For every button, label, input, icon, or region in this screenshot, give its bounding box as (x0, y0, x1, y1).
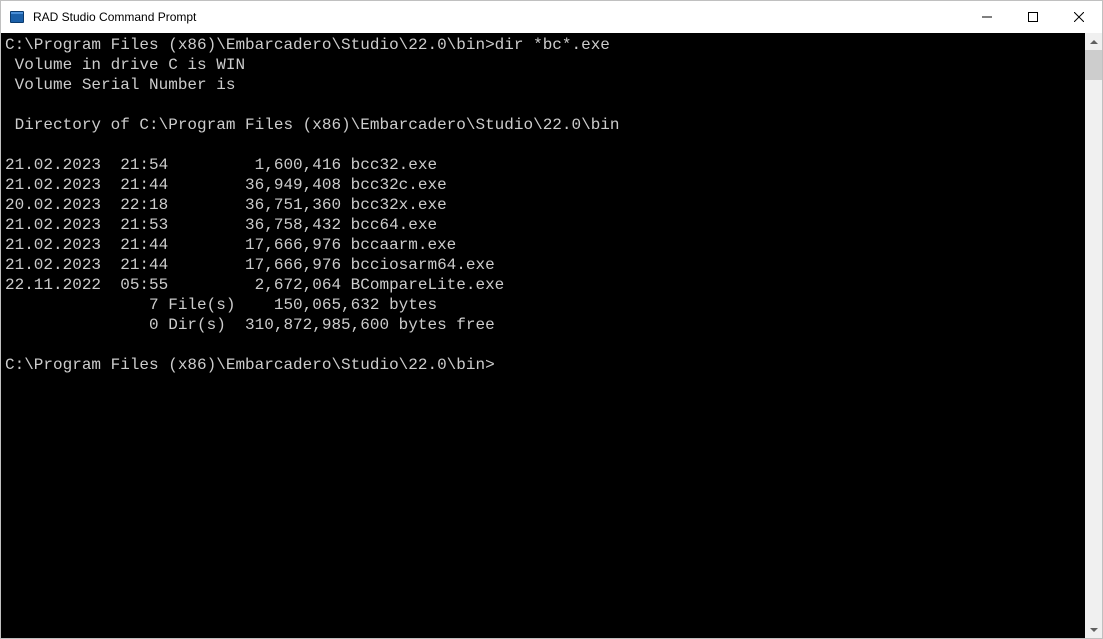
window-title: RAD Studio Command Prompt (33, 10, 964, 24)
app-icon (9, 9, 25, 25)
close-button[interactable] (1056, 1, 1102, 33)
scroll-thumb[interactable] (1085, 50, 1102, 80)
minimize-button[interactable] (964, 1, 1010, 33)
scroll-down-button[interactable] (1085, 621, 1102, 638)
scroll-up-button[interactable] (1085, 33, 1102, 50)
console-output[interactable]: C:\Program Files (x86)\Embarcadero\Studi… (1, 33, 1085, 638)
maximize-button[interactable] (1010, 1, 1056, 33)
titlebar[interactable]: RAD Studio Command Prompt (1, 1, 1102, 33)
vertical-scrollbar[interactable] (1085, 33, 1102, 638)
window-controls (964, 1, 1102, 33)
client-area: C:\Program Files (x86)\Embarcadero\Studi… (1, 33, 1102, 638)
